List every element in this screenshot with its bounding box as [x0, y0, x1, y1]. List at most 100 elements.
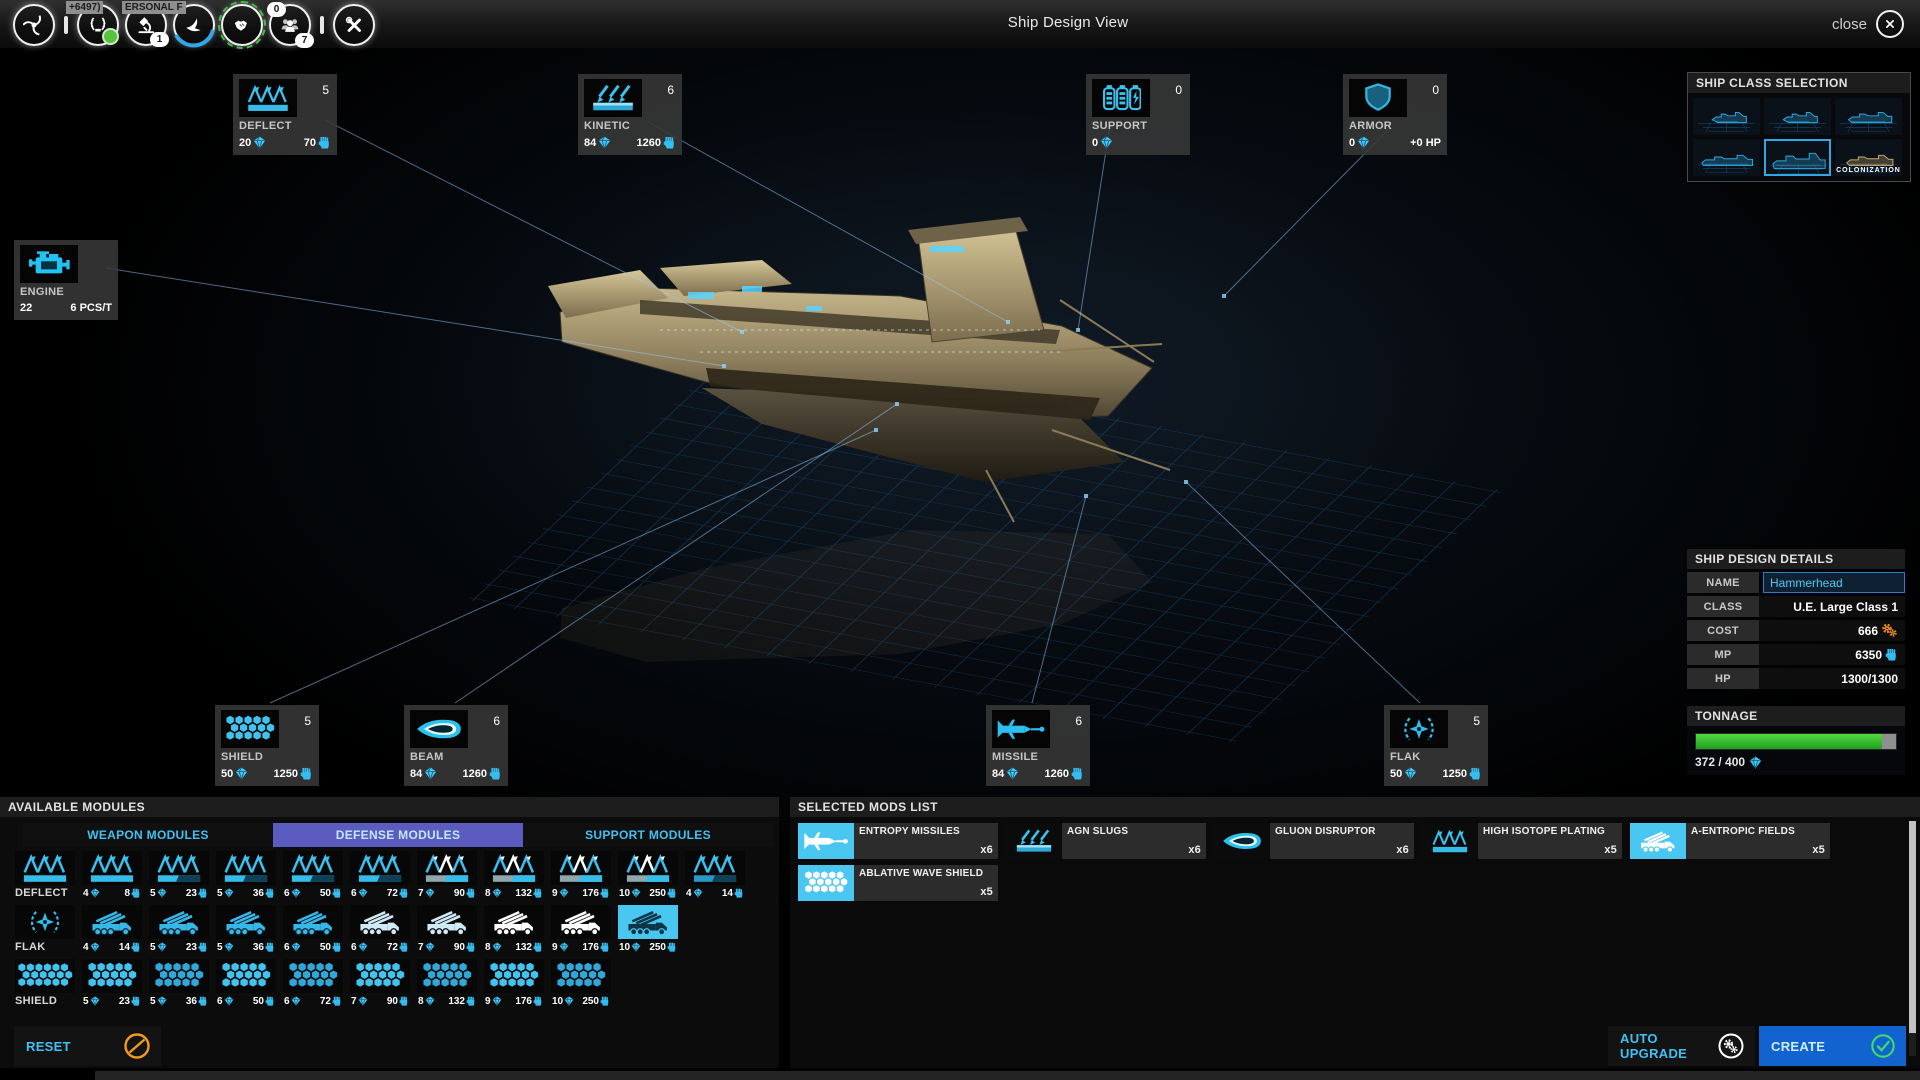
module-tile[interactable] [216, 851, 276, 885]
ship-class-thumb-4[interactable] [1693, 139, 1760, 176]
ship-class-thumb-2[interactable] [1764, 98, 1831, 135]
module-count: 6 [493, 714, 500, 728]
callout-label: SHIELD [221, 751, 264, 763]
population-button[interactable]: 0 7 [267, 2, 314, 48]
module-cost: 4 14 [685, 885, 745, 901]
module-cell-deflect-2: 5 23 [149, 851, 209, 901]
selected-mod-3[interactable]: GLUON DISRUPTOR x6 [1214, 823, 1414, 859]
module-cost: 5 36 [149, 993, 209, 1009]
module-tile[interactable] [149, 851, 209, 885]
module-cell-flak-3: 5 36 [216, 905, 276, 955]
tools-button[interactable] [333, 4, 375, 46]
callout-beam[interactable]: 6 BEAM 84 1260 [404, 705, 508, 786]
tonnage-value: 372 / 400 [1695, 755, 1746, 769]
ship-class-thumb-6[interactable]: COLONIZATION [1835, 139, 1902, 176]
callout-support[interactable]: 0 SUPPORT 0 [1086, 74, 1190, 155]
ship-name-input[interactable] [1763, 572, 1905, 593]
selected-mod-qty: x5 [980, 886, 993, 898]
module-tile[interactable] [350, 959, 410, 993]
module-cell-flak-8: 9 176 [551, 905, 611, 955]
module-tile[interactable] [216, 959, 276, 993]
selected-mod-2[interactable]: AGN SLUGS x6 [1006, 823, 1206, 859]
callout-armor[interactable]: 0 ARMOR 0 +0 HP [1343, 74, 1447, 155]
module-tile[interactable] [484, 905, 544, 939]
tab-support-modules[interactable]: SUPPORT MODULES [523, 823, 773, 847]
module-tile[interactable] [417, 851, 477, 885]
bottom-strip [95, 1071, 1920, 1080]
module-row-header: SHIELD [15, 959, 75, 1009]
tab-weapon-modules[interactable]: WEAPON MODULES [23, 823, 273, 847]
ship-class-thumb-5[interactable] [1764, 139, 1831, 176]
selected-mod-1[interactable]: ENTROPY MISSILES x6 [798, 823, 998, 859]
people-icon [279, 14, 301, 36]
module-tile[interactable] [283, 851, 343, 885]
module-row-flak: FLAK 4 14 5 23 5 36 6 50 6 72 7 90 8 132 9 176 10 250 [0, 903, 779, 955]
create-button[interactable]: CREATE [1759, 1026, 1906, 1066]
ship-class-thumb-1[interactable] [1693, 98, 1760, 135]
selected-mod-5[interactable]: A-ENTROPIC FIELDS x5 [1630, 823, 1830, 859]
module-tile[interactable] [149, 905, 209, 939]
module-tile[interactable] [216, 905, 276, 939]
galaxy-icon [23, 14, 45, 36]
module-cost: 10 250 [618, 939, 678, 955]
module-tile[interactable] [350, 905, 410, 939]
module-tile[interactable] [417, 905, 477, 939]
selected-mod-name: A-ENTROPIC FIELDS [1691, 826, 1795, 837]
module-tile[interactable] [283, 959, 343, 993]
module-tile[interactable] [551, 959, 611, 993]
module-cost: 6 50 [216, 993, 276, 1009]
module-row-header: DEFLECT [15, 851, 75, 901]
module-tile[interactable] [618, 851, 678, 885]
callout-missile[interactable]: 6 MISSILE 84 1260 [986, 705, 1090, 786]
callout-engine[interactable]: ENGINE 22 6 PCS/T [14, 240, 118, 320]
page-title: Ship Design View [1007, 14, 1129, 31]
module-cost: 9 176 [551, 939, 611, 955]
module-tile[interactable] [685, 851, 745, 885]
deflect-icon [15, 851, 75, 885]
close-button[interactable]: close [1832, 10, 1904, 38]
auto-upgrade-label: AUTO UPGRADE [1620, 1031, 1688, 1061]
module-tile[interactable] [551, 851, 611, 885]
create-label: CREATE [1771, 1038, 1826, 1054]
tab-defense-modules[interactable]: DEFENSE MODULES [273, 823, 523, 847]
module-cell-flak-2: 5 23 [149, 905, 209, 955]
module-cell-deflect-10: 4 14 [685, 851, 745, 901]
reset-button[interactable]: RESET [14, 1026, 161, 1066]
module-tile[interactable] [484, 851, 544, 885]
power-icon [300, 767, 313, 780]
selected-mod-4[interactable]: HIGH ISOTOPE PLATING x5 [1422, 823, 1622, 859]
auto-upgrade-button[interactable]: AUTO UPGRADE [1608, 1026, 1755, 1066]
module-tile[interactable] [417, 959, 477, 993]
module-tile[interactable] [551, 905, 611, 939]
module-tile[interactable] [484, 959, 544, 993]
callout-deflect[interactable]: 5 DEFLECT 20 70 [233, 74, 337, 155]
module-tile[interactable] [149, 959, 209, 993]
module-tile[interactable] [82, 959, 142, 993]
module-tile[interactable] [618, 905, 678, 939]
ship-design-details-panel: SHIP DESIGN DETAILS NAME CLASS U.E. Larg… [1687, 549, 1905, 689]
callout-shield[interactable]: 5 SHIELD 50 1250 [215, 705, 319, 786]
callout-label: FLAK [1390, 751, 1421, 763]
scrollbar-thumb[interactable] [1909, 821, 1916, 1033]
module-cost: 5 36 [216, 885, 276, 901]
module-cost: 6 50 [283, 885, 343, 901]
module-tile[interactable] [82, 851, 142, 885]
galaxy-button[interactable] [13, 4, 55, 46]
selected-mod-6[interactable]: ABLATIVE WAVE SHIELD x5 [798, 865, 998, 901]
beam-icon [410, 710, 468, 748]
beam-icon [1214, 823, 1270, 859]
callout-flak[interactable]: 5 FLAK 50 1250 [1384, 705, 1488, 786]
module-cost: 8 132 [417, 993, 477, 1009]
flak-icon [15, 905, 75, 939]
module-cell-deflect-9: 10 250 [618, 851, 678, 901]
module-tile[interactable] [350, 851, 410, 885]
ship-class-thumb-3[interactable] [1835, 98, 1902, 135]
diplomacy-button[interactable] [218, 1, 266, 49]
cost-icon [598, 136, 611, 149]
selected-mod-name: ABLATIVE WAVE SHIELD [859, 868, 984, 879]
module-cost: 6 72 [350, 885, 410, 901]
module-cost: 9 176 [551, 885, 611, 901]
callout-kinetic[interactable]: 6 KINETIC 84 1260 [578, 74, 682, 155]
module-tile[interactable] [82, 905, 142, 939]
module-tile[interactable] [283, 905, 343, 939]
